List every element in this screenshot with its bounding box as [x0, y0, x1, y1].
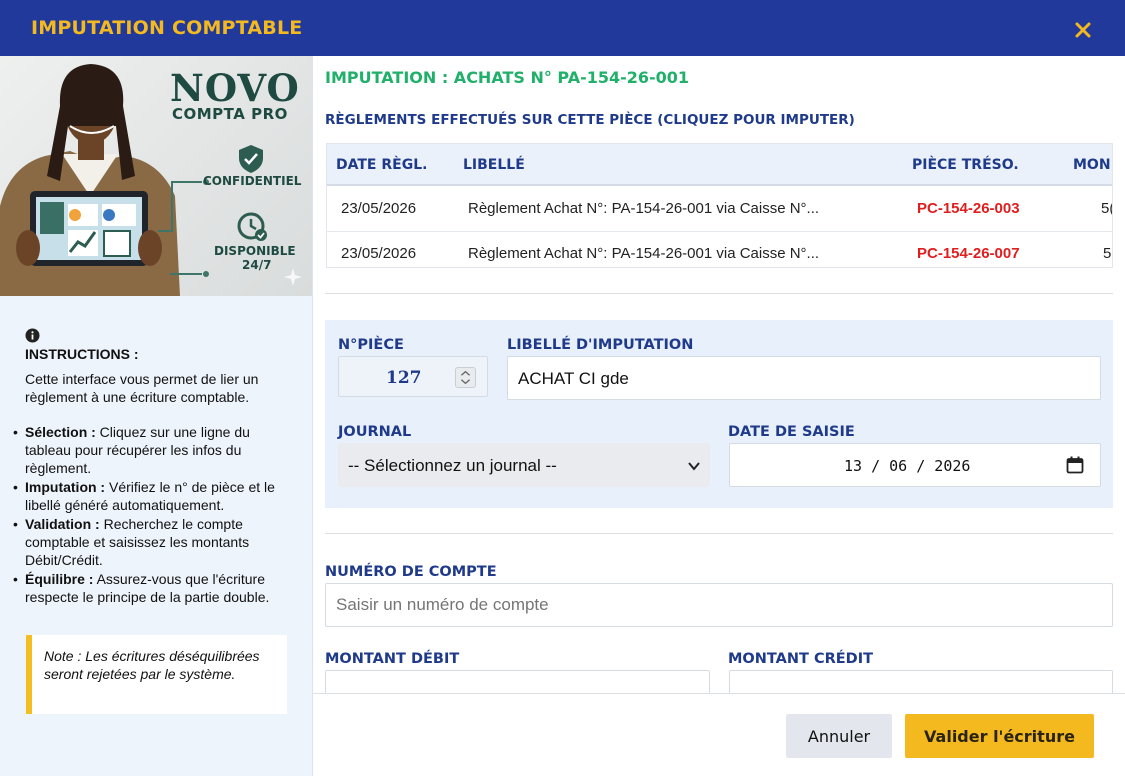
cell-date: 23/05/2026: [341, 200, 417, 217]
instruction-item: Imputation : Vérifiez le n° de pièce et …: [13, 478, 295, 514]
reglements-table[interactable]: DATE RÈGL. LIBELLÉ PIÈCE TRÉSO. MON 23/0…: [326, 143, 1113, 268]
cell-libelle: Règlement Achat N°: PA-154-26-001 via Ca…: [468, 200, 820, 217]
divider: [325, 533, 1113, 534]
cell-piece: PC-154-26-003: [917, 200, 1020, 217]
promo-banner: NOVO COMPTA PRO CONFIDENTIEL DISPONIBLE …: [0, 56, 312, 296]
modal-header: IMPUTATION COMPTABLE: [0, 0, 1125, 56]
instructions-list: Sélection : Cliquez sur une ligne du tab…: [13, 423, 295, 607]
journal-select[interactable]: -- Sélectionnez un journal --: [338, 443, 710, 487]
cell-date: 23/05/2026: [341, 245, 417, 262]
modal-footer: Annuler Valider l'écriture: [313, 693, 1125, 776]
libelle-label: LIBELLÉ D'IMPUTATION: [507, 337, 694, 353]
divider: [325, 293, 1113, 294]
piece-label: N°PIÈCE: [338, 337, 404, 353]
info-icon: [25, 328, 40, 343]
cell-piece: PC-154-26-007: [917, 245, 1020, 262]
table-row[interactable]: 23/05/2026 Règlement Achat N°: PA-154-26…: [327, 232, 1112, 267]
libelle-value: ACHAT CI gde: [518, 369, 629, 388]
warning-note: Note : Les écritures déséquilibrées sero…: [26, 635, 287, 714]
feature-disponible: DISPONIBLE: [214, 244, 296, 258]
feature-confidentiel: CONFIDENTIEL: [203, 174, 302, 188]
stepper-arrows-icon[interactable]: [455, 367, 476, 388]
clock-icon: [237, 212, 267, 241]
imputation-title: IMPUTATION : ACHATS N° PA-154-26-001: [325, 68, 690, 87]
instruction-item: Équilibre : Assurez-vous que l'écriture …: [13, 570, 295, 606]
sparkle-icon: [284, 268, 302, 286]
reglements-title: RÈGLEMENTS EFFECTUÉS SUR CETTE PIÈCE (CL…: [325, 112, 855, 128]
col-date: DATE RÈGL.: [336, 157, 428, 173]
piece-number-value: 127: [386, 368, 422, 388]
instructions-intro: Cette interface vous permet de lier un r…: [25, 371, 259, 405]
shield-icon: [239, 145, 263, 173]
close-icon[interactable]: [1072, 19, 1094, 41]
col-montant: MON: [1073, 157, 1111, 173]
compte-label: NUMÉRO DE COMPTE: [325, 564, 497, 580]
journal-selected: -- Sélectionnez un journal --: [348, 456, 557, 475]
feature-247: 24/7: [242, 258, 272, 272]
libelle-input[interactable]: ACHAT CI gde: [507, 356, 1101, 400]
brand-name: NOVO: [170, 66, 300, 110]
brand-subtitle: COMPTA PRO: [172, 105, 288, 123]
instruction-label: Sélection :: [25, 424, 96, 440]
instruction-label: Équilibre :: [25, 571, 94, 587]
chevron-down-icon: [688, 462, 700, 471]
col-piece: PIÈCE TRÉSO.: [912, 157, 1019, 173]
validate-button[interactable]: Valider l'écriture: [905, 714, 1094, 758]
instruction-item: Sélection : Cliquez sur une ligne du tab…: [13, 423, 295, 477]
table-row[interactable]: 23/05/2026 Règlement Achat N°: PA-154-26…: [327, 187, 1112, 232]
date-value: 13 / 06 / 2026: [844, 457, 971, 475]
col-libelle: LIBELLÉ: [463, 157, 525, 173]
left-panel: NOVO COMPTA PRO CONFIDENTIEL DISPONIBLE …: [0, 56, 313, 776]
table-header: DATE RÈGL. LIBELLÉ PIÈCE TRÉSO. MON: [327, 144, 1112, 186]
calendar-icon[interactable]: [1066, 456, 1084, 474]
cell-montant: 5(: [1101, 200, 1112, 217]
compte-input[interactable]: [325, 583, 1113, 627]
instruction-item: Validation : Recherchez le compte compta…: [13, 515, 295, 569]
debit-label: MONTANT DÉBIT: [325, 651, 460, 667]
date-label: DATE DE SAISIE: [728, 424, 855, 440]
credit-label: MONTANT CRÉDIT: [728, 651, 873, 667]
modal-title: IMPUTATION COMPTABLE: [31, 17, 303, 39]
instructions-title: INSTRUCTIONS :: [25, 346, 139, 362]
cell-montant: 5: [1103, 245, 1112, 262]
instruction-label: Imputation :: [25, 479, 106, 495]
connector-lines: [158, 179, 209, 277]
cell-libelle: Règlement Achat N°: PA-154-26-001 via Ca…: [468, 245, 820, 262]
journal-label: JOURNAL: [338, 424, 412, 440]
instruction-label: Validation :: [25, 516, 100, 532]
cancel-button[interactable]: Annuler: [786, 714, 892, 758]
date-input[interactable]: 13 / 06 / 2026: [729, 443, 1101, 487]
